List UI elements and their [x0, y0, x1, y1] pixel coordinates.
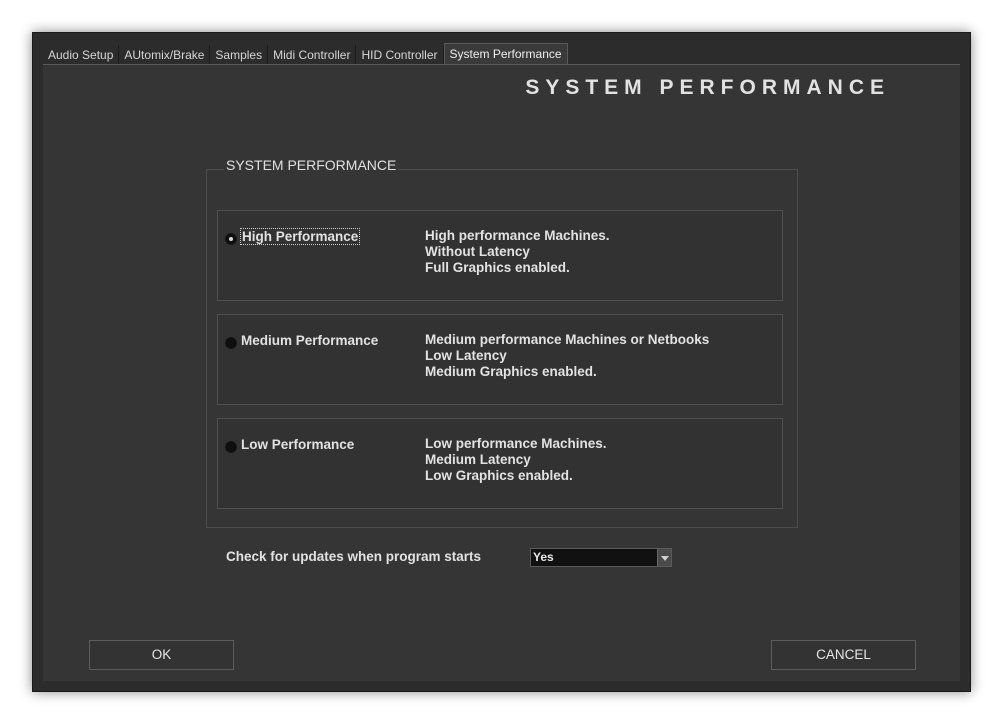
description-line: Low Graphics enabled.	[425, 468, 573, 483]
cancel-button[interactable]: CANCEL	[771, 640, 916, 670]
tab-content-panel: SYSTEM PERFORMANCE SYSTEM PERFORMANCE Hi…	[43, 64, 960, 681]
performance-group-title: SYSTEM PERFORMANCE	[224, 157, 399, 173]
description-line: Low performance Machines.	[425, 436, 607, 451]
tab-hid-controller[interactable]: HID Controller	[356, 45, 444, 65]
high-performance-label[interactable]: High Performance	[240, 228, 361, 245]
low-performance-radio[interactable]	[225, 441, 237, 453]
medium-performance-radio[interactable]	[225, 337, 237, 349]
low-performance-label[interactable]: Low Performance	[240, 437, 355, 452]
settings-window: Audio Setup AUtomix/Brake Samples Midi C…	[32, 32, 971, 692]
medium-performance-label[interactable]: Medium Performance	[240, 333, 379, 348]
chevron-down-icon[interactable]	[657, 549, 671, 566]
high-performance-description: High performance Machines. Without Laten…	[425, 228, 610, 276]
ok-button[interactable]: OK	[89, 640, 234, 670]
low-performance-description: Low performance Machines. Medium Latency…	[425, 436, 607, 484]
check-updates-label: Check for updates when program starts	[226, 549, 482, 564]
tab-bar: Audio Setup AUtomix/Brake Samples Midi C…	[43, 43, 568, 65]
medium-performance-description: Medium performance Machines or Netbooks …	[425, 332, 709, 380]
description-line: Medium performance Machines or Netbooks	[425, 332, 710, 347]
tab-system-performance[interactable]: System Performance	[443, 43, 568, 65]
option-low-performance[interactable]: Low Performance Low performance Machines…	[217, 418, 783, 509]
tab-samples[interactable]: Samples	[210, 45, 269, 65]
page-title: SYSTEM PERFORMANCE	[525, 76, 890, 99]
description-line: Without Latency	[425, 244, 530, 259]
description-line: High performance Machines.	[425, 228, 610, 243]
high-performance-radio[interactable]	[225, 233, 237, 245]
check-updates-value: Yes	[533, 550, 554, 564]
tab-midi-controller[interactable]: Midi Controller	[268, 45, 357, 65]
description-line: Medium Graphics enabled.	[425, 364, 597, 379]
description-line: Low Latency	[425, 348, 507, 363]
description-line: Full Graphics enabled.	[425, 260, 570, 275]
tab-automix-brake[interactable]: AUtomix/Brake	[119, 45, 211, 65]
tab-audio-setup[interactable]: Audio Setup	[43, 45, 120, 65]
description-line: Medium Latency	[425, 452, 531, 467]
option-medium-performance[interactable]: Medium Performance Medium performance Ma…	[217, 314, 783, 405]
check-updates-select[interactable]: Yes	[530, 548, 672, 567]
option-high-performance[interactable]: High Performance High performance Machin…	[217, 210, 783, 301]
